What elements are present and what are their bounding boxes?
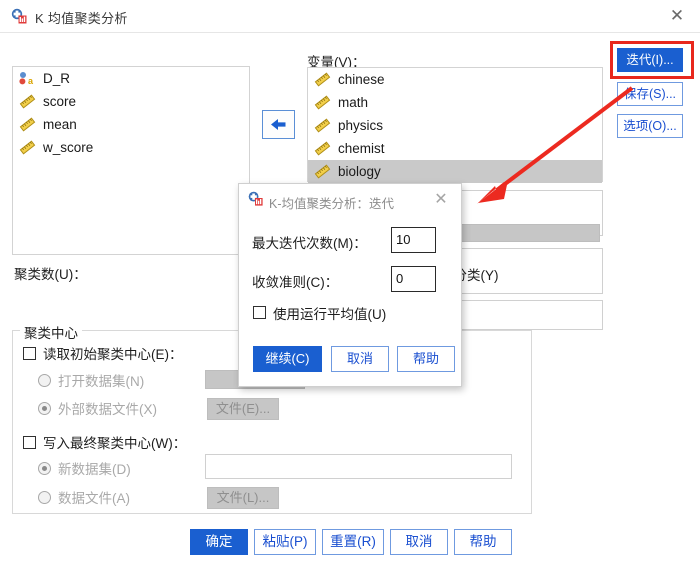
variable-name: physics — [338, 118, 384, 133]
nominal-variable-icon: a — [19, 72, 34, 86]
variables-list[interactable]: chinese math physics chemist biology — [307, 67, 603, 183]
read-file-button: 文件(E)... — [207, 398, 279, 420]
cluster-count-label: 聚类数(U)： — [14, 267, 87, 282]
list-item[interactable]: score — [13, 90, 249, 113]
scale-variable-icon — [314, 95, 331, 110]
cancel-button[interactable]: 取消 — [390, 529, 448, 555]
svg-text:a: a — [28, 76, 34, 86]
scale-variable-icon — [19, 140, 36, 155]
list-item[interactable]: mean — [13, 113, 249, 136]
scale-variable-icon — [314, 164, 331, 179]
help-button[interactable]: 帮助 — [454, 529, 512, 555]
save-button[interactable]: 保存(S)... — [617, 82, 683, 106]
data-file-label: 数据文件(A) — [58, 491, 130, 506]
paste-button[interactable]: 粘贴(P) — [254, 529, 316, 555]
close-icon[interactable]: ✕ — [431, 190, 451, 209]
scale-variable-icon — [19, 94, 36, 109]
move-to-variables-button[interactable] — [262, 110, 295, 139]
running-means-label: 使用运行平均值(U) — [273, 307, 387, 322]
list-item[interactable]: chinese — [308, 68, 602, 91]
external-data-file-label: 外部数据文件(X) — [58, 402, 157, 417]
list-item[interactable]: w_score — [13, 136, 249, 159]
variable-name: mean — [43, 117, 77, 132]
spss-app-icon — [248, 191, 263, 206]
new-dataset-label: 新数据集(D) — [58, 462, 131, 477]
arrow-left-icon — [271, 119, 286, 130]
external-data-file-radio[interactable] — [38, 402, 51, 415]
list-item[interactable]: a D_R — [13, 67, 249, 90]
open-dataset-radio[interactable] — [38, 374, 51, 387]
list-item[interactable]: biology — [308, 160, 602, 183]
close-icon[interactable]: ✕ — [666, 7, 688, 27]
spss-app-icon — [11, 8, 27, 24]
variable-name: biology — [338, 164, 381, 179]
max-iterations-label: 最大迭代次数(M)： — [252, 236, 367, 251]
write-file-button: 文件(L)... — [207, 487, 279, 509]
convergence-label: 收敛准则(C)： — [252, 275, 339, 290]
scale-variable-icon — [314, 141, 331, 156]
read-initial-checkbox[interactable] — [23, 347, 36, 360]
reset-button[interactable]: 重置(R) — [322, 529, 384, 555]
write-final-label: 写入最终聚类中心(W)： — [43, 436, 187, 451]
list-item[interactable]: physics — [308, 114, 602, 137]
read-initial-label: 读取初始聚类中心(E)： — [43, 347, 183, 362]
open-dataset-label: 打开数据集(N) — [58, 374, 145, 389]
ok-button[interactable]: 确定 — [190, 529, 248, 555]
data-file-radio[interactable] — [38, 491, 51, 504]
iterate-button-highlight-box — [610, 41, 694, 79]
iterate-dialog-title: K-均值聚类分析：迭代 — [269, 197, 395, 211]
new-dataset-radio[interactable] — [38, 462, 51, 475]
scale-variable-icon — [314, 118, 331, 133]
iterate-dialog: K-均值聚类分析：迭代 ✕ 最大迭代次数(M)： 10 收敛准则(C)： 0 使… — [238, 183, 462, 387]
dialog-help-button[interactable]: 帮助 — [397, 346, 455, 372]
source-variable-list[interactable]: a D_R score mean w_score — [12, 66, 250, 255]
window-titlebar: K 均值聚类分析 ✕ — [0, 0, 700, 33]
dialog-cancel-button[interactable]: 取消 — [331, 346, 389, 372]
list-item[interactable]: math — [308, 91, 602, 114]
cluster-centers-group-title: 聚类中心 — [20, 322, 82, 342]
variable-name: D_R — [43, 71, 71, 86]
convergence-input[interactable]: 0 — [391, 266, 436, 292]
options-button[interactable]: 选项(O)... — [617, 114, 683, 138]
new-dataset-input[interactable] — [205, 454, 512, 479]
variable-name: chinese — [338, 72, 385, 87]
running-means-checkbox[interactable] — [253, 306, 266, 319]
variable-name: w_score — [43, 140, 94, 155]
variable-name: math — [338, 95, 369, 110]
scale-variable-icon — [314, 72, 331, 87]
variable-name: score — [43, 94, 77, 109]
scale-variable-icon — [19, 117, 36, 132]
continue-button[interactable]: 继续(C) — [253, 346, 322, 372]
write-final-checkbox[interactable] — [23, 436, 36, 449]
list-item[interactable]: chemist — [308, 137, 602, 160]
window-title: K 均值聚类分析 — [35, 11, 128, 26]
max-iterations-input[interactable]: 10 — [391, 227, 436, 253]
variable-name: chemist — [338, 141, 385, 156]
